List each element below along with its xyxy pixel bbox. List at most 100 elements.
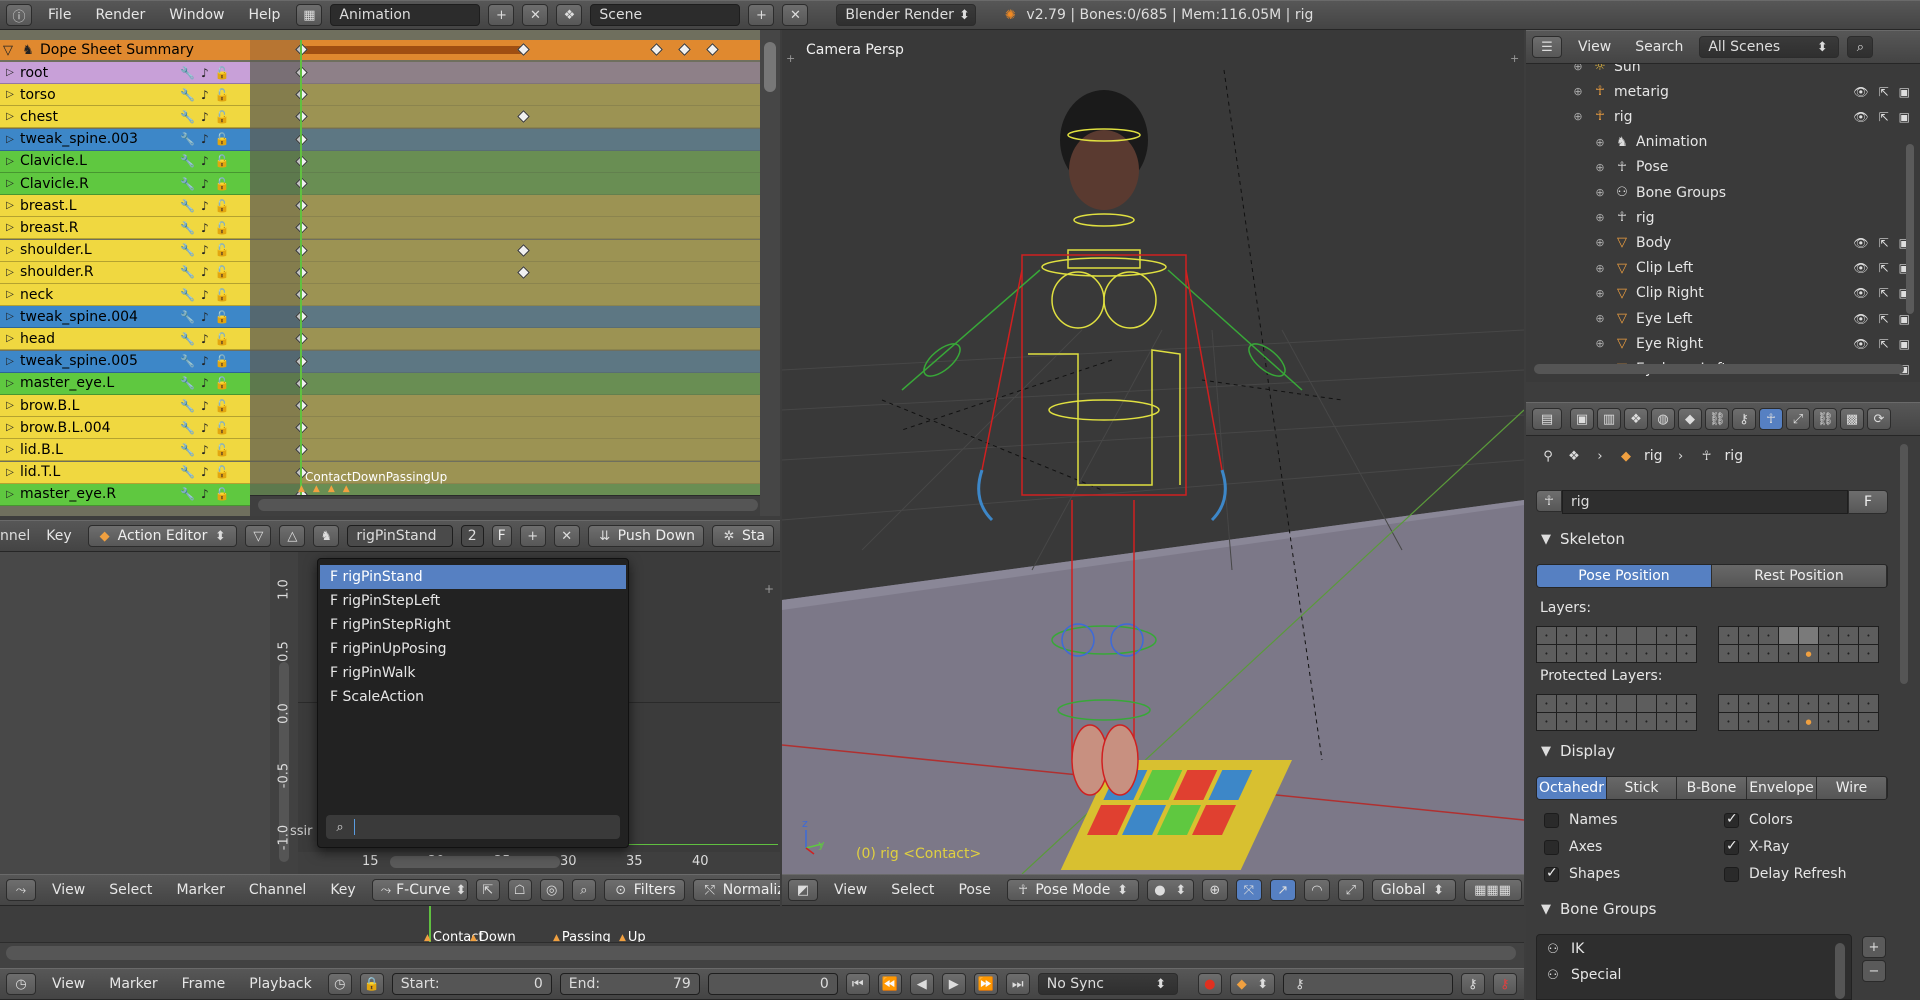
layer-toggle[interactable]: • — [1839, 713, 1858, 730]
channel-keyframe-row[interactable] — [250, 439, 760, 462]
channel-row[interactable]: ▷ Clavicle.R 🔧 ♪ 🔓 — [0, 173, 250, 195]
camera-icon[interactable]: ▣ — [1899, 110, 1910, 124]
expand-toggle-icon[interactable]: ⊕ — [1592, 211, 1608, 224]
layer-toggle[interactable]: • — [1677, 627, 1696, 644]
lock-icon[interactable]: 🔓 — [215, 332, 230, 346]
properties-tab-bone-constraints[interactable]: ⛓ — [1813, 408, 1837, 430]
modifier-wrench-icon[interactable]: 🔧 — [180, 110, 195, 124]
layer-toggle[interactable]: • — [1819, 627, 1838, 644]
layer-toggle[interactable]: • — [1759, 695, 1778, 712]
modifier-wrench-icon[interactable]: 🔧 — [180, 399, 195, 413]
layer-toggle[interactable]: ● — [1799, 645, 1818, 662]
editor-type-info[interactable]: ⓘ — [6, 4, 32, 26]
expand-right-icon[interactable]: ▷ — [0, 378, 20, 389]
screen-layout-selector[interactable]: ▦ — [296, 4, 323, 26]
layer-toggle[interactable]: • — [1537, 695, 1556, 712]
expand-down-icon[interactable]: ▽ — [0, 43, 16, 58]
orientation-dropdown[interactable]: Global ⬍ — [1371, 879, 1456, 901]
lock-icon[interactable]: 🔓 — [215, 199, 230, 213]
ghost-toggle[interactable]: ☖ — [507, 879, 532, 901]
layer-toggle[interactable]: • — [1859, 695, 1878, 712]
lock-icon[interactable]: 🔓 — [215, 221, 230, 235]
delete-keyframe-button[interactable]: ⚷ — [1492, 973, 1517, 995]
layer-toggle[interactable]: • — [1839, 645, 1858, 662]
properties-vscroll[interactable] — [1900, 444, 1908, 684]
graph-hscroll[interactable] — [390, 856, 560, 868]
normalize-toggle[interactable]: ⤲ Normalize — [692, 879, 780, 901]
modifier-wrench-icon[interactable]: 🔧 — [180, 310, 195, 324]
layer-toggle[interactable]: • — [1657, 627, 1676, 644]
action-dropdown-item[interactable]: F rigPinStand — [320, 565, 626, 589]
expand-right-icon[interactable]: ▷ — [0, 134, 20, 145]
modifier-wrench-icon[interactable]: 🔧 — [180, 199, 195, 213]
channel-row[interactable]: ▷ breast.R 🔧 ♪ 🔓 — [0, 217, 250, 240]
mute-speaker-icon[interactable]: ♪ — [201, 265, 209, 279]
layer-toggle[interactable]: • — [1657, 713, 1676, 730]
lock-icon[interactable]: 🔓 — [215, 487, 230, 501]
menu-marker[interactable]: Marker — [168, 882, 232, 898]
graph-editor-type[interactable]: ⤳ — [6, 879, 36, 901]
display-mode-stick[interactable]: Stick — [1607, 777, 1677, 799]
channel-keyframe-row[interactable] — [250, 62, 760, 84]
cursor-icon[interactable]: ⇱ — [1879, 312, 1889, 326]
timeline-menu-playback[interactable]: Playback — [241, 976, 319, 992]
mute-speaker-icon[interactable]: ♪ — [201, 421, 209, 435]
eye-icon[interactable]: 👁 — [1853, 261, 1868, 275]
lock-icon[interactable]: 🔓 — [215, 177, 230, 191]
menu-window[interactable]: Window — [161, 7, 232, 23]
layer-toggle[interactable]: • — [1739, 645, 1758, 662]
display-option-delay-refresh[interactable]: Delay Refresh — [1724, 866, 1846, 882]
modifier-wrench-icon[interactable]: 🔧 — [180, 221, 195, 235]
add-bone-group-button[interactable]: + — [1862, 936, 1886, 958]
channel-keyframe-row[interactable] — [250, 150, 760, 173]
layer-toggle[interactable]: • — [1617, 713, 1636, 730]
add-screen-button[interactable]: + — [488, 4, 515, 26]
layer-toggle[interactable] — [1637, 695, 1656, 712]
outliner-menu-search[interactable]: Search — [1627, 39, 1691, 55]
expand-right-icon[interactable]: ▷ — [0, 222, 20, 233]
channel-row[interactable]: ▷ brow.B.L 🔧 ♪ 🔓 — [0, 395, 250, 417]
outliner-row[interactable]: ⊕ ▽ Clip Right 👁 ⇱ ▣ — [1592, 281, 1920, 306]
properties-tab-constraints[interactable]: ⛓ — [1705, 408, 1729, 430]
dopesheet-summary-channel[interactable]: ▽ ♞ Dope Sheet Summary — [0, 40, 250, 60]
action-dropdown-item[interactable]: F ScaleAction — [320, 685, 626, 709]
layer-toggle[interactable]: ● — [1799, 713, 1818, 730]
mute-speaker-icon[interactable]: ♪ — [201, 132, 209, 146]
menu-help[interactable]: Help — [240, 7, 288, 23]
menu-view[interactable]: View — [826, 882, 875, 898]
expand-toggle-icon[interactable]: ⊕ — [1592, 287, 1608, 300]
expand-right-icon[interactable]: ▷ — [0, 245, 20, 256]
graph-mode-dropdown[interactable]: ⤳ F-Curve ⬍ — [371, 879, 468, 901]
properties-tab-render[interactable]: ▣ — [1570, 408, 1594, 430]
channel-keyframe-row[interactable] — [250, 106, 760, 129]
action-dropdown-item[interactable]: F rigPinUpPosing — [320, 637, 626, 661]
expand-right-icon[interactable]: ▷ — [0, 178, 20, 189]
layer-toggle[interactable]: • — [1617, 645, 1636, 662]
lock-icon[interactable]: 🔓 — [215, 88, 230, 102]
modifier-wrench-icon[interactable]: 🔧 — [180, 376, 195, 390]
layer-toggle[interactable] — [1799, 627, 1818, 644]
channel-keyframe-row[interactable] — [250, 284, 760, 306]
expand-right-icon[interactable]: ▷ — [0, 67, 20, 78]
unlink-action-button[interactable]: ✕ — [553, 525, 580, 547]
expand-right-icon[interactable]: ▷ — [0, 356, 20, 367]
viewport-corner-plus-right[interactable]: + — [1510, 52, 1519, 65]
mute-speaker-icon[interactable]: ♪ — [201, 310, 209, 324]
expand-toggle-icon[interactable]: ⊕ — [1592, 337, 1608, 350]
modifier-wrench-icon[interactable]: 🔧 — [180, 354, 195, 368]
layer-toggle[interactable]: • — [1799, 695, 1818, 712]
expand-right-icon[interactable]: ▷ — [0, 156, 20, 167]
layer-toggle[interactable]: • — [1657, 645, 1676, 662]
record-button[interactable]: ● — [1197, 973, 1222, 995]
layer-toggle[interactable]: • — [1557, 695, 1576, 712]
outliner-hscroll[interactable] — [1534, 364, 1904, 374]
action-name-field[interactable]: rigPinStand — [347, 525, 453, 547]
layer-toggle[interactable]: • — [1637, 645, 1656, 662]
channel-row[interactable]: ▷ master_eye.R 🔧 ♪ 🔓 — [0, 483, 250, 506]
channel-row[interactable]: ▷ lid.T.L 🔧 ♪ 🔓 — [0, 461, 250, 484]
layer-toggle[interactable]: • — [1657, 695, 1676, 712]
outliner-row[interactable]: ⊕ ▽ Body 👁 ⇱ ▣ — [1592, 230, 1920, 255]
action-search-field[interactable]: ⌕ — [326, 815, 620, 839]
checkbox[interactable] — [1544, 839, 1559, 855]
cursor-icon[interactable]: ⇱ — [1879, 337, 1889, 351]
